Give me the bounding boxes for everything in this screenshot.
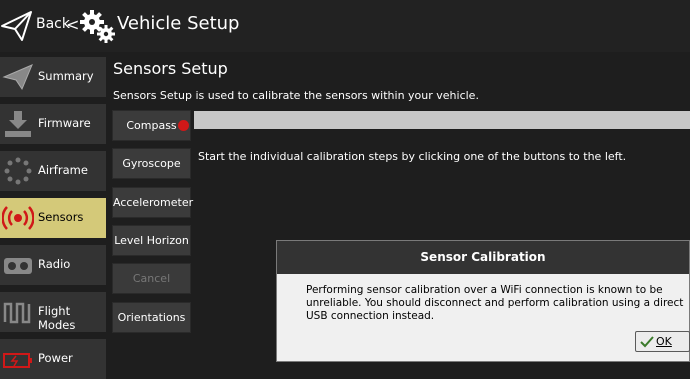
download-icon bbox=[5, 111, 31, 137]
compass-status-indicator bbox=[178, 120, 189, 131]
sidebar-item-label: Power bbox=[38, 351, 73, 365]
top-toolbar: Back < Vehicle Setup bbox=[0, 0, 690, 52]
paper-plane-icon[interactable] bbox=[0, 8, 34, 44]
accelerometer-button[interactable]: Accelerometer bbox=[112, 187, 193, 218]
battery-icon bbox=[3, 353, 32, 368]
sidebar-item-flight-modes[interactable]: Flight Modes bbox=[0, 292, 106, 332]
sidebar-item-radio[interactable]: Radio bbox=[0, 245, 106, 285]
calibration-status-text: Start the individual calibration steps b… bbox=[198, 150, 627, 163]
dialog-message: Performing sensor calibration over a WiF… bbox=[306, 284, 684, 322]
flight-modes-icon bbox=[3, 302, 31, 324]
sidebar-item-label: Airframe bbox=[38, 163, 88, 177]
sidebar: Summary Firmware Airframe Sensors Radio … bbox=[0, 52, 107, 379]
gears-icon bbox=[80, 10, 115, 43]
sidebar-item-label: Sensors bbox=[38, 210, 84, 224]
level-horizon-button[interactable]: Level Horizon bbox=[112, 225, 191, 256]
sidebar-item-label: Radio bbox=[38, 257, 71, 271]
airframe-icon bbox=[4, 157, 32, 185]
sidebar-item-power[interactable]: Power bbox=[0, 339, 106, 379]
cancel-button: Cancel bbox=[112, 263, 191, 294]
section-title: Sensors Setup bbox=[113, 59, 228, 78]
section-description: Sensors Setup is used to calibrate the s… bbox=[113, 89, 479, 102]
radio-icon bbox=[4, 258, 32, 274]
sidebar-item-label: Flight Modes bbox=[38, 304, 76, 332]
ok-button-label: OK bbox=[656, 335, 672, 348]
sidebar-item-label: Summary bbox=[38, 69, 94, 83]
page-title: Vehicle Setup bbox=[117, 13, 240, 34]
sensors-icon bbox=[2, 206, 34, 230]
sidebar-item-airframe[interactable]: Airframe bbox=[0, 151, 106, 191]
sidebar-item-label: Firmware bbox=[38, 116, 91, 130]
orientations-button[interactable]: Orientations bbox=[112, 302, 191, 333]
gyroscope-button[interactable]: Gyroscope bbox=[112, 148, 191, 179]
sidebar-item-sensors[interactable]: Sensors bbox=[0, 198, 106, 238]
sensor-calibration-dialog: Sensor Calibration Performing sensor cal… bbox=[276, 240, 690, 362]
dialog-title: Sensor Calibration bbox=[277, 241, 689, 274]
checkmark-hand-icon bbox=[640, 336, 654, 348]
paper-plane-icon bbox=[2, 64, 33, 91]
calibration-progress-bar bbox=[194, 111, 690, 129]
sidebar-item-summary[interactable]: Summary bbox=[0, 57, 106, 97]
sidebar-item-firmware[interactable]: Firmware bbox=[0, 104, 106, 144]
ok-button[interactable]: OK bbox=[635, 331, 690, 352]
back-link[interactable]: Back bbox=[36, 16, 70, 32]
